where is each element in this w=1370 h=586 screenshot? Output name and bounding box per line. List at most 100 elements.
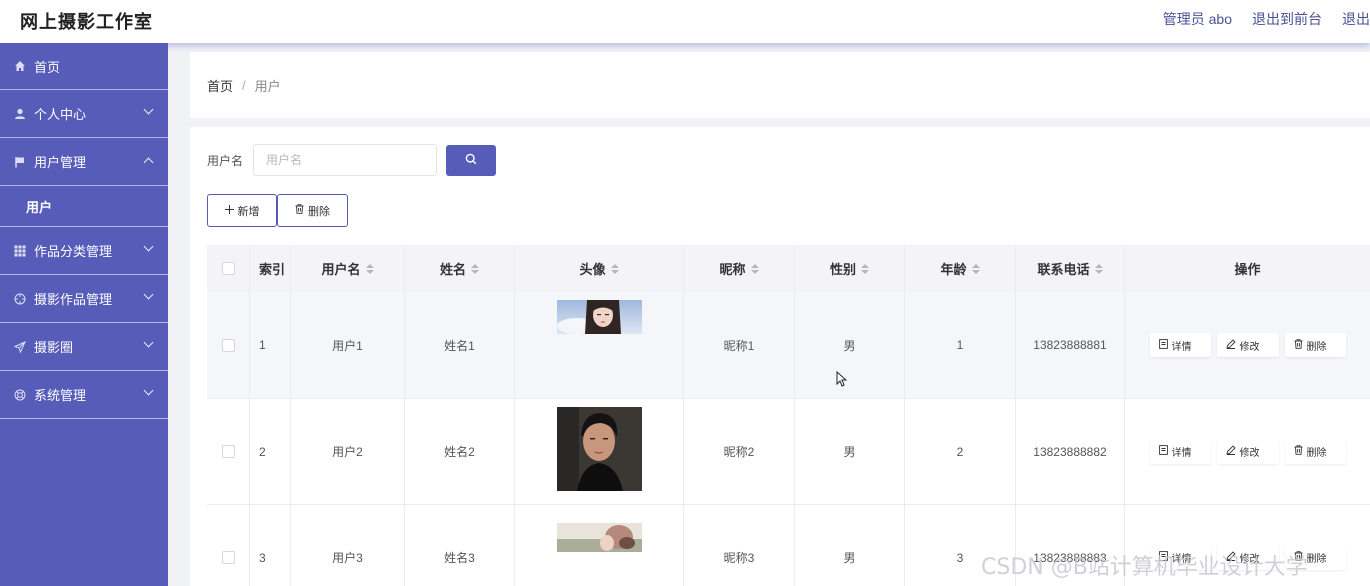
header-age[interactable]: 年龄 [905,245,1016,292]
cell-avatar [515,505,684,586]
cell-gender: 男 [795,292,905,398]
row-checkbox[interactable] [221,445,235,458]
sidebar-subitem-users[interactable]: 用户 [0,186,168,227]
detail-button[interactable]: 详情 [1149,439,1211,464]
table-header: 索引 用户名 姓名 头像 昵称 性别 年龄 联系电话 操作 [207,245,1370,292]
add-button[interactable]: 新增 [207,194,277,227]
search-input[interactable] [253,144,438,176]
flag-icon [13,155,26,168]
sort-icon[interactable] [750,263,759,274]
row-select-cell [207,399,250,504]
header-gender[interactable]: 性别 [795,245,905,292]
document-icon [1158,338,1168,352]
breadcrumb: 首页 / 用户 [190,52,1370,118]
sidebar-item-home[interactable]: 首页 [0,43,168,90]
search-bar: 用户名 [207,144,497,176]
sidebar-item-system-management[interactable]: 系统管理 [0,371,168,419]
header-index: 索引 [250,245,291,292]
avatar[interactable] [556,407,642,491]
trash-icon [295,204,304,217]
cell-username: 用户2 [291,399,405,504]
delete-button[interactable]: 删除 [1284,333,1346,357]
trash-icon [1294,338,1303,352]
header-name[interactable]: 姓名 [405,245,515,292]
edit-button[interactable]: 修改 [1216,333,1279,357]
user-icon [13,107,26,120]
avatar[interactable] [556,523,642,552]
action-bar: 新增 删除 [207,194,348,227]
watermark: CSDN @B站计算机毕业设计大学 [981,555,1308,580]
chevron-down-icon [143,337,154,348]
avatar[interactable] [556,300,642,334]
delete-button[interactable]: 删除 [1284,439,1346,464]
sidebar-item-label: 首页 [34,59,61,75]
cell-nickname: 昵称2 [684,399,795,504]
cell-age: 2 [905,399,1016,504]
grid-icon [13,244,26,257]
cell-index: 3 [250,505,291,586]
lifebuoy-icon [13,388,26,401]
row-checkbox[interactable] [221,338,235,352]
send-icon [13,340,26,353]
sort-icon[interactable] [610,263,619,274]
cell-nickname: 昵称3 [684,505,795,586]
pencil-icon [1225,445,1236,458]
pencil-icon [1225,338,1236,352]
exit-to-frontend-link[interactable]: 退出到前台 [1252,9,1322,29]
sidebar-item-works-management[interactable]: 摄影作品管理 [0,275,168,323]
search-label: 用户名 [207,153,244,168]
detail-button-label: 详情 [1171,341,1192,353]
delete-button-label: 删除 [308,205,330,218]
sidebar: 首页 个人中心 用户管理 用户 作品分类管理 摄影作品管理 摄影圈 系统管理 [0,43,168,586]
top-header: 网上摄影工作室 管理员 abo 退出到前台 退出 [0,0,1370,43]
delete-button-label: 删除 [1306,341,1327,353]
sidebar-item-user-management[interactable]: 用户管理 [0,138,168,186]
header-username[interactable]: 用户名 [291,245,405,292]
cell-index: 2 [250,399,291,504]
row-checkbox[interactable] [221,551,235,564]
trash-icon [1294,445,1303,458]
cell-phone: 13823888882 [1016,399,1125,504]
detail-button-label: 详情 [1171,448,1192,459]
sort-icon[interactable] [471,263,479,274]
sidebar-item-profile[interactable]: 个人中心 [0,90,168,138]
sort-icon[interactable] [1094,263,1103,274]
header-nickname-label: 昵称 [719,262,746,277]
chevron-up-icon [143,157,154,168]
logout-link[interactable]: 退出 [1342,9,1370,29]
edit-button[interactable]: 修改 [1216,439,1279,464]
admin-user-link[interactable]: 管理员 abo [1163,9,1232,29]
cell-index: 1 [250,292,291,398]
batch-delete-button[interactable]: 删除 [277,194,348,227]
cell-nickname: 昵称1 [684,292,795,398]
header-nickname[interactable]: 昵称 [684,245,795,292]
cell-username: 用户1 [291,292,405,398]
header-username-label: 用户名 [321,262,361,277]
sort-icon[interactable] [971,263,980,274]
cell-age: 1 [905,292,1016,398]
breadcrumb-home[interactable]: 首页 [207,76,233,95]
header-phone[interactable]: 联系电话 [1016,245,1125,292]
sidebar-item-label: 摄影作品管理 [34,292,113,307]
delete-button-label: 删除 [1306,448,1327,459]
search-button[interactable] [446,144,497,176]
sidebar-item-category-management[interactable]: 作品分类管理 [0,227,168,275]
sort-icon[interactable] [365,263,374,274]
cell-gender: 男 [795,399,905,504]
table-row: 2 用户2 姓名2 昵称2 男 2 13823888882 详情 修改 删除 [207,399,1370,505]
header-gender-label: 性别 [829,262,856,277]
cell-ops: 详情 修改 删除 [1125,399,1370,504]
sidebar-item-label: 摄影圈 [34,340,74,355]
header-avatar[interactable]: 头像 [515,245,684,292]
select-all-cell [207,245,250,292]
sort-icon[interactable] [861,263,869,274]
cell-phone: 13823888881 [1016,292,1125,398]
select-all-checkbox[interactable] [221,262,235,275]
row-select-cell [207,505,250,586]
header-ops-label: 操作 [1234,262,1261,277]
sidebar-item-label: 用户管理 [34,155,87,170]
chevron-down-icon [143,241,154,252]
sidebar-item-photo-circle[interactable]: 摄影圈 [0,323,168,371]
table-row: 1 用户1 姓名1 昵称1 男 1 13823888881 详情 修改 删除 [207,292,1370,399]
detail-button[interactable]: 详情 [1149,333,1211,357]
